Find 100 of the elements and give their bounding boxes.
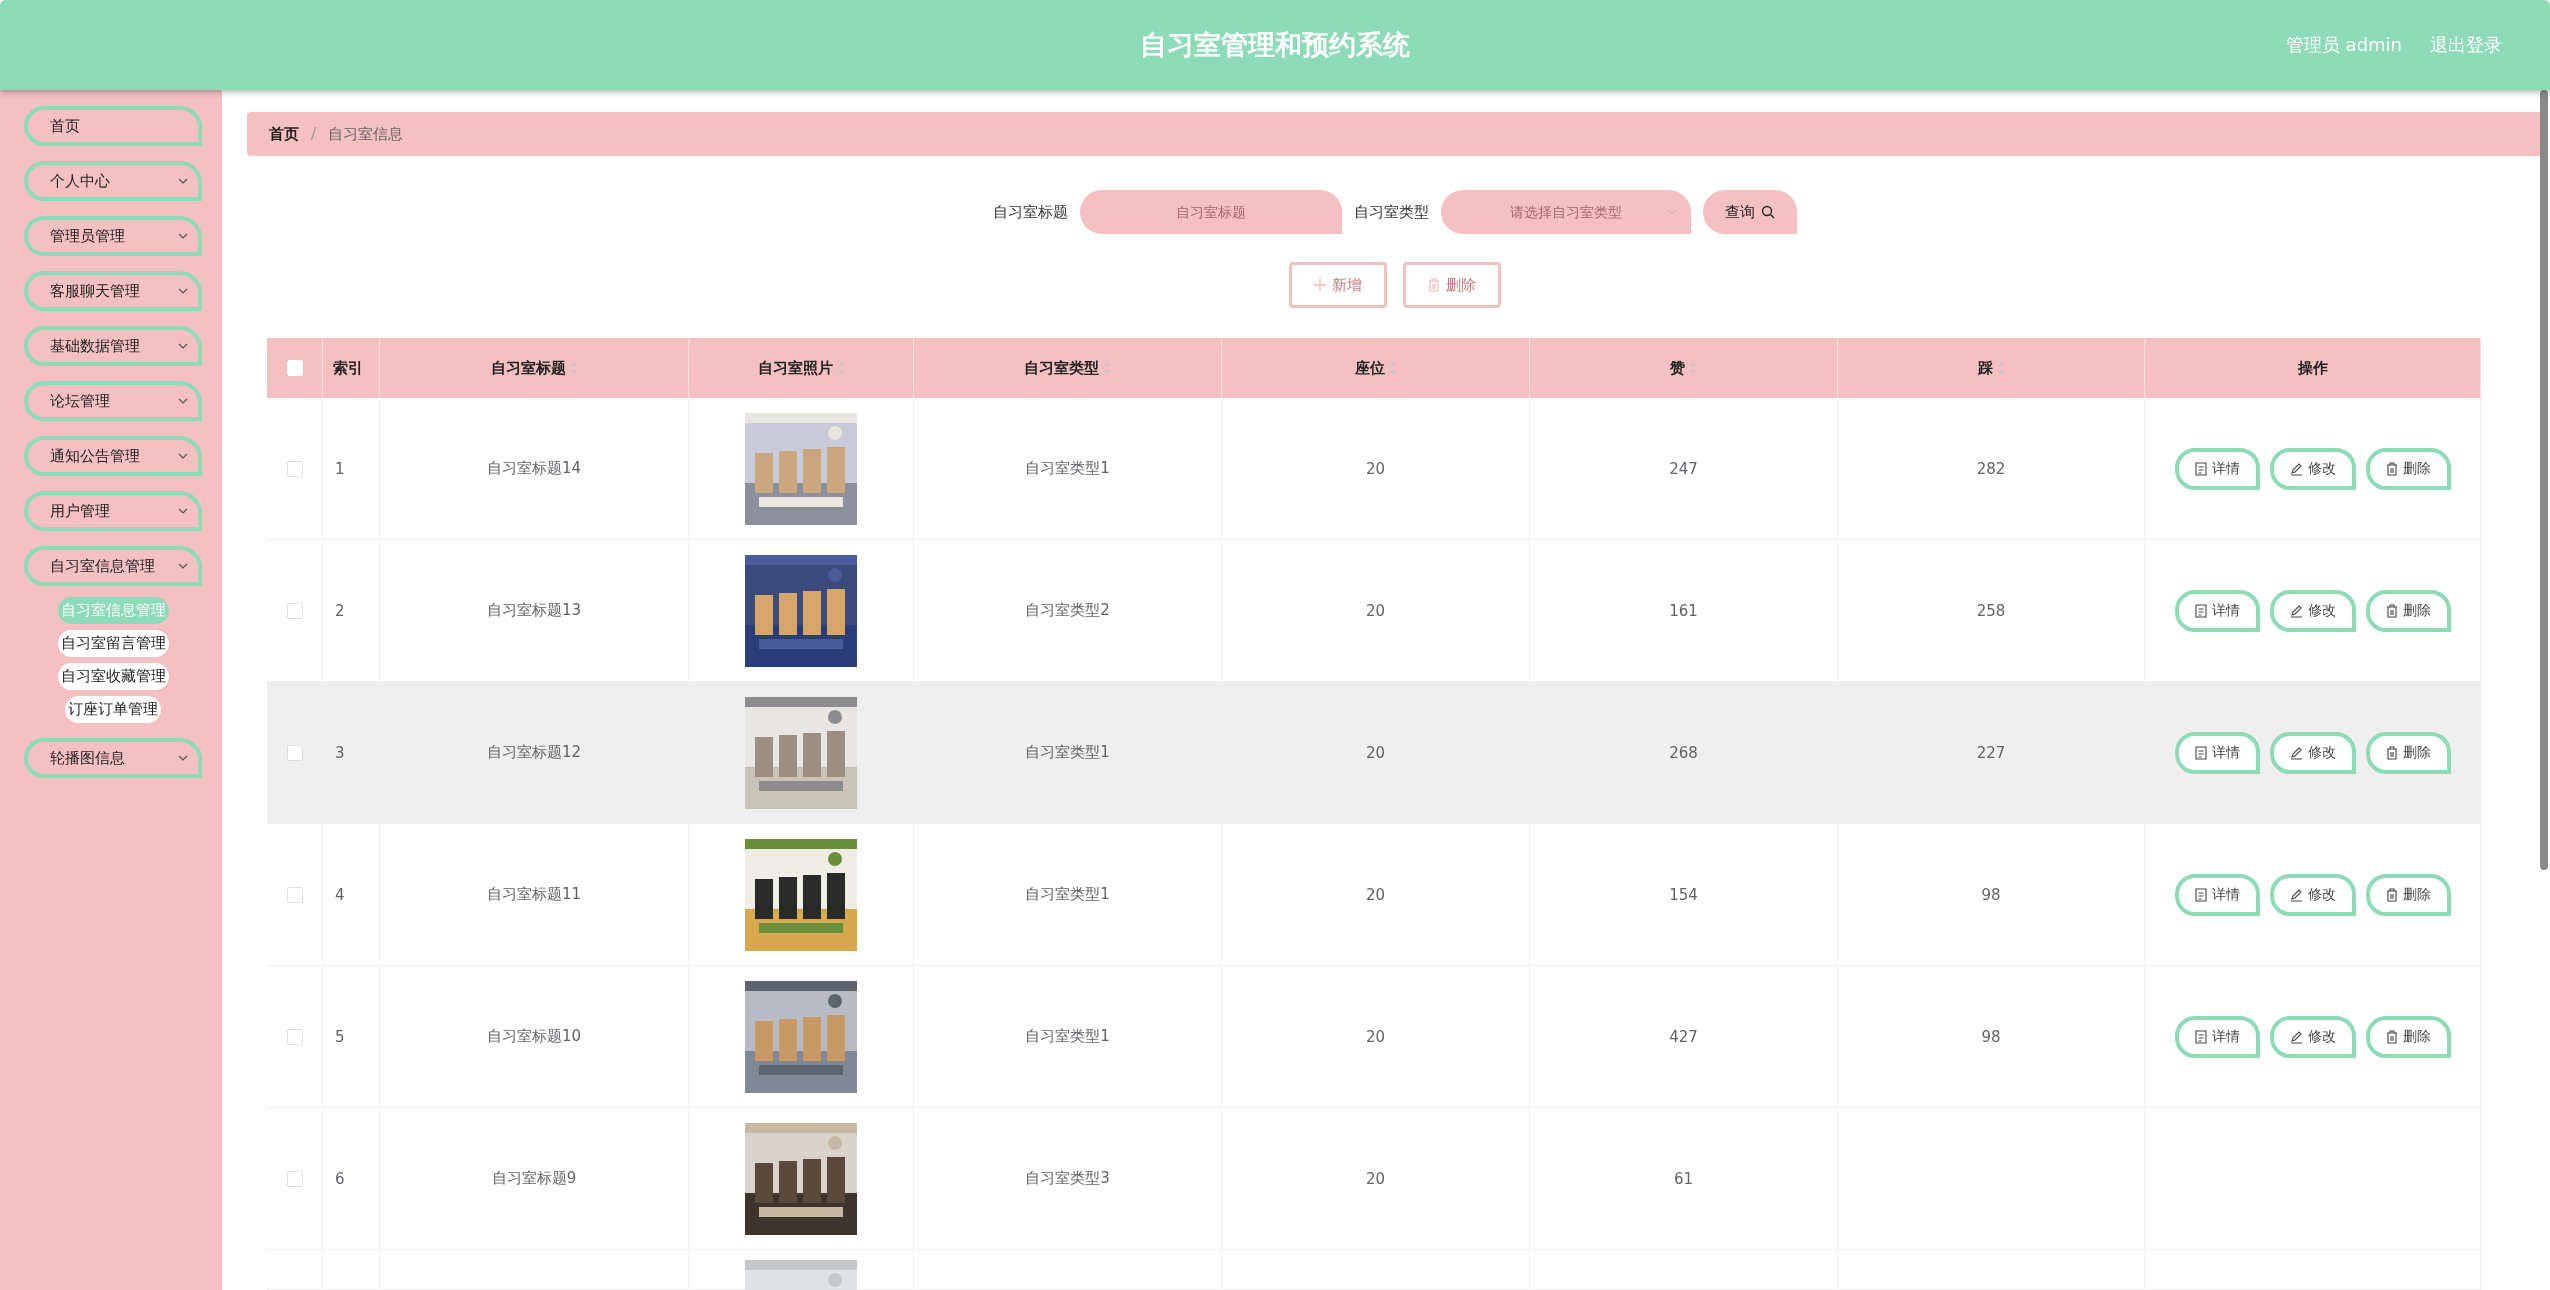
field-label: 自习室类型 xyxy=(1353,202,1429,222)
chevron-down-icon xyxy=(178,178,188,184)
detail-button[interactable]: 详情 xyxy=(2174,589,2260,632)
select-field[interactable]: 请选择自习室类型 xyxy=(1440,190,1691,234)
table-cell: 20 xyxy=(1222,540,1530,682)
chevron-down-icon xyxy=(178,343,188,349)
sidebar-item[interactable]: 论坛管理 xyxy=(24,381,202,421)
sort-icon[interactable] xyxy=(1689,361,1697,375)
sidebar-item[interactable]: 个人中心 xyxy=(24,161,202,201)
delete-button[interactable]: 删除 xyxy=(2365,1015,2451,1058)
sidebar-subitem[interactable]: 自习室收藏管理 xyxy=(57,663,169,690)
checkbox[interactable] xyxy=(286,1170,303,1187)
document-icon xyxy=(2194,1029,2207,1044)
sidebar-item[interactable]: 首页 xyxy=(24,106,202,146)
table-cell: 20 xyxy=(1222,824,1530,966)
document-icon xyxy=(2194,461,2207,476)
pencil-icon xyxy=(2289,461,2303,476)
checkbox[interactable] xyxy=(286,460,303,477)
document-icon xyxy=(2194,745,2207,760)
table-cell: 154 xyxy=(1530,824,1838,966)
trash-icon xyxy=(2385,1029,2398,1044)
table-cell: 自习室类型3 xyxy=(914,1108,1222,1250)
search-button[interactable]: 查询 xyxy=(1702,190,1797,234)
sidebar-subitem[interactable]: 自习室留言管理 xyxy=(57,630,169,657)
delete-button[interactable]: 删除 xyxy=(2365,873,2451,916)
column-header[interactable]: 自习室照片 xyxy=(689,338,914,398)
table-cell: 6 xyxy=(323,1108,380,1250)
detail-button[interactable]: 详情 xyxy=(2174,447,2260,490)
table-cell: 4 xyxy=(323,824,380,966)
detail-button[interactable]: 详情 xyxy=(2174,873,2260,916)
sort-icon[interactable] xyxy=(1103,361,1111,375)
sidebar-item[interactable]: 用户管理 xyxy=(24,491,202,531)
table-cell: 258 xyxy=(1838,540,2145,682)
table-cell: 227 xyxy=(1838,682,2145,824)
trash-icon xyxy=(2385,887,2398,902)
checkbox[interactable] xyxy=(286,886,303,903)
column-header[interactable]: 自习室类型 xyxy=(914,338,1222,398)
checkbox[interactable] xyxy=(286,744,303,761)
column-header[interactable]: 踩 xyxy=(1838,338,2145,398)
user-label: 管理员 admin xyxy=(2285,33,2402,57)
table-cell: 61 xyxy=(1530,1108,1838,1250)
detail-button[interactable]: 详情 xyxy=(2174,731,2260,774)
search-icon xyxy=(1760,205,1775,219)
edit-button[interactable]: 修改 xyxy=(2269,731,2356,774)
table-cell: 3 xyxy=(323,682,380,824)
app-title: 自习室管理和预约系统 xyxy=(1140,28,1410,62)
checkbox[interactable] xyxy=(286,1028,303,1045)
table-cell: 98 xyxy=(1838,966,2145,1108)
sidebar-subitem[interactable]: 订座订单管理 xyxy=(65,696,161,723)
sort-icon[interactable] xyxy=(569,361,578,375)
sidebar-item[interactable]: 基础数据管理 xyxy=(24,326,202,366)
edit-button[interactable]: 修改 xyxy=(2269,589,2356,632)
table-cell: 20 xyxy=(1222,682,1530,824)
document-icon xyxy=(2194,887,2207,902)
table-cell: 161 xyxy=(1530,540,1838,682)
table-cell: 1 xyxy=(323,398,380,540)
trash-icon xyxy=(2385,461,2398,476)
chevron-down-icon xyxy=(178,233,188,239)
table-cell: 自习室类型1 xyxy=(914,398,1222,540)
delete-button[interactable]: 删除 xyxy=(2365,447,2451,490)
table-cell: 20 xyxy=(1222,1108,1530,1250)
table-cell: 5 xyxy=(323,966,380,1108)
sidebar-item[interactable]: 轮播图信息 xyxy=(24,738,202,778)
edit-button[interactable]: 修改 xyxy=(2269,1015,2356,1058)
pencil-icon xyxy=(2289,745,2303,760)
delete-button[interactable]: 删除 xyxy=(2365,731,2451,774)
breadcrumb-item[interactable]: 首页 xyxy=(269,124,299,144)
sidebar-item[interactable]: 自习室信息管理 xyxy=(24,546,202,586)
table-cell: 自习室标题11 xyxy=(380,824,689,966)
column-header[interactable]: 赞 xyxy=(1530,338,1838,398)
document-icon xyxy=(2194,603,2207,618)
column-header: 操作 xyxy=(2145,338,2481,398)
delete-button[interactable]: 删除 xyxy=(2365,589,2451,632)
sidebar-item[interactable]: 通知公告管理 xyxy=(24,436,202,476)
checkbox[interactable] xyxy=(286,602,303,619)
sort-icon[interactable] xyxy=(1388,361,1397,375)
sidebar-item[interactable]: 客服聊天管理 xyxy=(24,271,202,311)
scrollbar[interactable] xyxy=(2540,90,2548,870)
column-header: 索引 xyxy=(323,338,380,398)
column-header[interactable]: 自习室标题 xyxy=(380,338,689,398)
chevron-down-icon xyxy=(178,398,188,404)
edit-button[interactable]: 修改 xyxy=(2269,873,2356,916)
sidebar-item[interactable]: 管理员管理 xyxy=(24,216,202,256)
pencil-icon xyxy=(2289,1029,2303,1044)
table-cell: 20 xyxy=(1222,398,1530,540)
detail-button[interactable]: 详情 xyxy=(2174,1015,2260,1058)
input-field[interactable]: 自习室标题 xyxy=(1079,190,1342,234)
chevron-down-icon xyxy=(178,563,188,569)
table-cell: 自习室标题13 xyxy=(380,540,689,682)
pencil-icon xyxy=(2289,887,2303,902)
edit-button[interactable]: 修改 xyxy=(2269,447,2356,490)
plus-icon xyxy=(1313,279,1326,291)
column-header[interactable]: 座位 xyxy=(1222,338,1530,398)
table-cell: 自习室类型2 xyxy=(914,540,1222,682)
chevron-down-icon xyxy=(178,453,188,459)
table-cell: 20 xyxy=(1222,966,1530,1108)
table-cell: 自习室类型1 xyxy=(914,966,1222,1108)
sort-icon[interactable] xyxy=(1996,361,2005,375)
sort-icon[interactable] xyxy=(836,361,845,375)
pencil-icon xyxy=(2289,603,2303,618)
